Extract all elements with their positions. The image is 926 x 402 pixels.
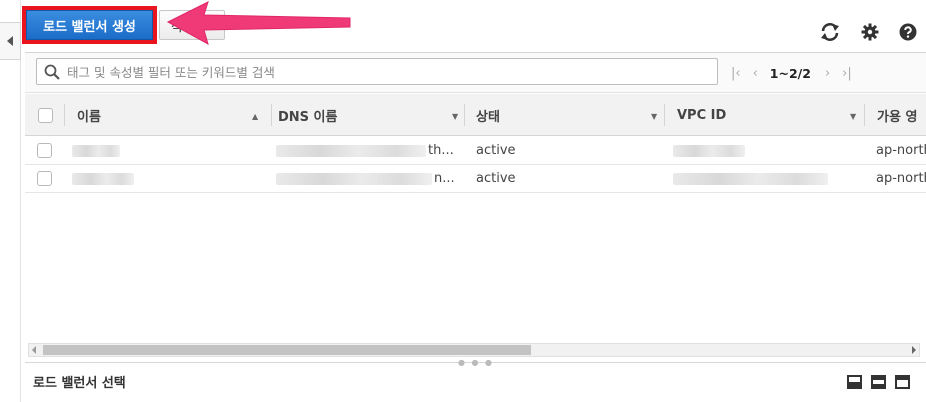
help-icon[interactable] [899, 22, 917, 42]
row-vpc-redacted [673, 165, 833, 192]
search-placeholder: 태그 및 속성별 필터 또는 키워드별 검색 [67, 65, 275, 80]
row-vpc-redacted [673, 137, 833, 164]
horizontal-scrollbar[interactable] [28, 343, 920, 357]
row-checkbox-cell [37, 137, 52, 164]
details-pane: ● ● ● 로드 밸런서 선택 [25, 358, 926, 402]
details-pane-title: 로드 밸런서 선택 [33, 376, 126, 391]
page-count: 1~2/2 [769, 65, 811, 81]
layout-top-icon[interactable] [895, 375, 910, 389]
row-dns-cell: n... [276, 165, 456, 192]
table-header: 이름 ▲ DNS 이름 ▼ 상태 ▼ VPC ID ▼ 가용 영 [25, 94, 926, 136]
column-header-name[interactable]: 이름 ▲ [65, 94, 272, 136]
row-dns-cell: th... [276, 137, 456, 164]
scrollbar-thumb[interactable] [43, 345, 531, 355]
row-name-redacted [72, 165, 172, 192]
prev-page-icon[interactable]: ‹ [753, 66, 758, 81]
annotation-arrow [166, 1, 351, 46]
row-az: ap-northeast [876, 143, 926, 158]
sort-ascending-icon: ▲ [252, 112, 259, 121]
layout-split-icon[interactable] [871, 375, 886, 389]
column-header-vpc[interactable]: VPC ID ▼ [665, 94, 865, 136]
column-header-state[interactable]: 상태 ▼ [465, 94, 665, 136]
column-dns-label: DNS 이름 [278, 109, 338, 125]
row-az: ap-northeast [876, 171, 926, 186]
column-state-label: 상태 [476, 109, 500, 125]
collapse-sidebar-toggle[interactable] [0, 22, 21, 60]
side-rail [0, 0, 21, 402]
row-name-redacted [72, 137, 172, 164]
chevron-left-icon [7, 36, 13, 46]
sort-icon: ▼ [850, 112, 857, 121]
gear-icon[interactable] [861, 22, 879, 42]
row-dns-suffix: n... [434, 171, 455, 186]
row-state: active [476, 143, 516, 158]
resize-grip-icon[interactable]: ● ● ● [458, 358, 494, 367]
row-checkbox[interactable] [37, 171, 52, 186]
scroll-right-icon[interactable] [912, 346, 916, 354]
table-row[interactable]: th... active ap-northeast [25, 137, 926, 165]
create-button-highlight: 로드 밸런서 생성 [22, 6, 157, 44]
filter-bar: 태그 및 속성별 필터 또는 키워드별 검색 |‹ ‹ 1~2/2 › ›| [25, 53, 926, 93]
search-icon [44, 64, 60, 80]
create-load-balancer-button[interactable]: 로드 밸런서 생성 [26, 10, 153, 40]
load-balancer-table-panel: 태그 및 속성별 필터 또는 키워드별 검색 |‹ ‹ 1~2/2 › ›| 이… [25, 52, 926, 402]
column-header-dns[interactable]: DNS 이름 ▼ [272, 94, 465, 136]
refresh-icon[interactable] [819, 22, 841, 42]
column-az-label: 가용 영 [877, 109, 918, 125]
column-name-label: 이름 [77, 109, 101, 125]
select-all-checkbox[interactable] [37, 107, 53, 123]
table-row[interactable]: n... active ap-northeast [25, 165, 926, 193]
search-input[interactable]: 태그 및 속성별 필터 또는 키워드별 검색 [36, 58, 718, 85]
column-vpc-label: VPC ID [677, 107, 727, 123]
row-dns-suffix: th... [428, 143, 454, 158]
first-page-icon[interactable]: |‹ [731, 66, 741, 81]
select-all-cell [25, 94, 65, 136]
layout-bottom-icon[interactable] [847, 375, 862, 389]
row-checkbox-cell [37, 165, 52, 192]
last-page-icon[interactable]: ›| [842, 66, 852, 81]
pagination: |‹ ‹ 1~2/2 › ›| [731, 64, 864, 82]
next-page-icon[interactable]: › [825, 66, 830, 81]
row-state: active [476, 171, 516, 186]
sort-icon: ▼ [452, 112, 459, 121]
column-header-az[interactable]: 가용 영 [865, 94, 926, 136]
scroll-left-icon[interactable] [32, 346, 36, 354]
sort-icon: ▼ [651, 112, 658, 121]
row-checkbox[interactable] [37, 143, 52, 158]
